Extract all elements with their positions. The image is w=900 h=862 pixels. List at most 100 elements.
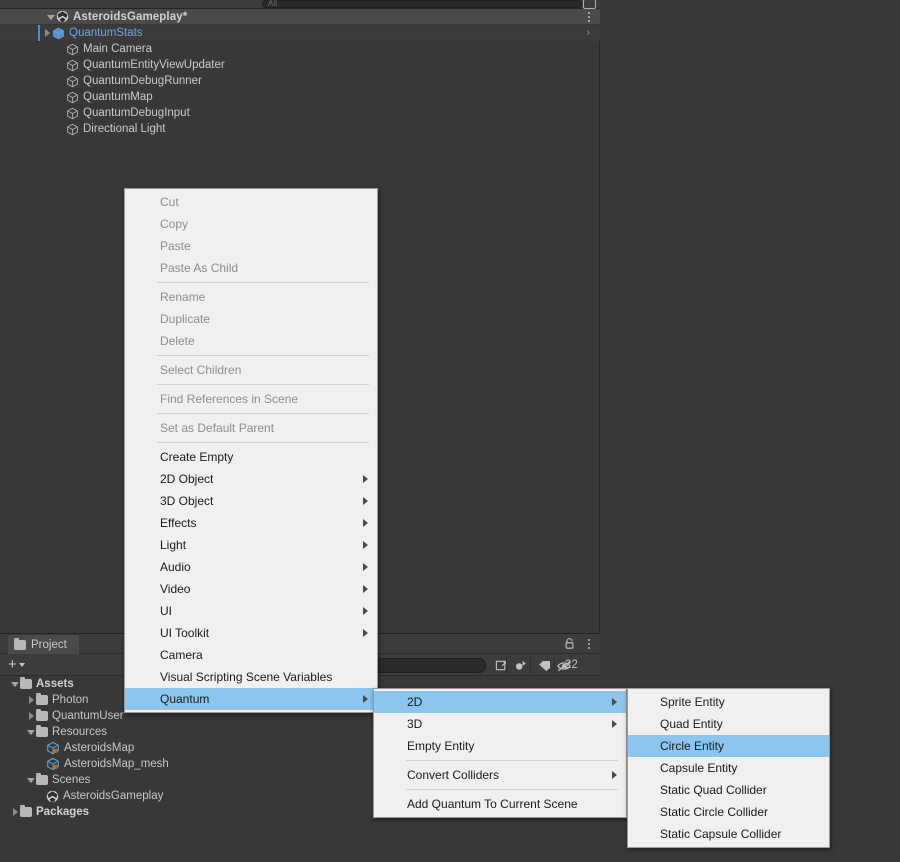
hierarchy-item-quantumdebugrunner[interactable]: QuantumDebugRunner: [0, 73, 600, 89]
menu-item-3d-object[interactable]: 3D Object: [125, 490, 377, 512]
folder-icon: [20, 677, 32, 689]
menu-item-label: 2D Object: [160, 472, 214, 486]
menu-item-label: 2D: [407, 695, 423, 709]
project-foldout-icon[interactable]: [26, 711, 36, 721]
hierarchy-item-quantumdebuginput[interactable]: QuantumDebugInput: [0, 105, 600, 121]
hierarchy-scene-row[interactable]: AsteroidsGameplay*: [0, 9, 600, 24]
chevron-right-icon: [612, 771, 617, 779]
scene-foldout-icon[interactable]: [46, 12, 56, 22]
menu-item-label: Paste As Child: [160, 261, 239, 275]
hierarchy-item-main-camera[interactable]: Main Camera: [0, 41, 600, 57]
menu-item-label: Light: [160, 538, 187, 552]
folder-icon: [36, 725, 48, 737]
prefab-cube-icon: [53, 27, 64, 39]
toolbar-divider: [530, 657, 531, 674]
menu-item-label: Rename: [160, 290, 206, 304]
project-foldout-icon[interactable]: [26, 775, 36, 785]
menu-item-label: Copy: [160, 217, 189, 231]
quantum-item-convert-colliders[interactable]: Convert Colliders: [374, 764, 626, 786]
hierarchy-search-placeholder: All: [268, 0, 277, 8]
twod-item-capsule-entity[interactable]: Capsule Entity: [628, 757, 829, 779]
hierarchy-item-quantumentityviewupdater[interactable]: QuantumEntityViewUpdater: [0, 57, 600, 73]
menu-item-paste-as-child: Paste As Child: [125, 257, 377, 279]
quantum-item-empty-entity[interactable]: Empty Entity: [374, 735, 626, 757]
quantum-2d-submenu[interactable]: Sprite Entity Quad Entity Circle Entity Cap…: [627, 688, 830, 848]
menu-item-camera[interactable]: Camera: [125, 644, 377, 666]
chevron-right-icon[interactable]: ›: [586, 27, 590, 39]
twod-item-sprite-entity[interactable]: Sprite Entity: [628, 691, 829, 713]
chevron-right-icon: [363, 475, 368, 483]
menu-item-label: Duplicate: [160, 312, 211, 326]
twod-item-quad-entity[interactable]: Quad Entity: [628, 713, 829, 735]
menu-item-label: Capsule Entity: [660, 761, 738, 775]
menu-separator: [157, 442, 369, 443]
project-foldout-icon[interactable]: [26, 695, 36, 705]
hierarchy-item-label: Directional Light: [83, 123, 166, 135]
hierarchy-item-label: QuantumDebugInput: [83, 107, 190, 119]
menu-item-ui-toolkit[interactable]: UI Toolkit: [125, 622, 377, 644]
folder-icon: [14, 637, 26, 650]
hidden-items-count: 22: [565, 659, 578, 671]
quantum-asset-icon: {}: [47, 741, 59, 755]
unity-scene-icon: [56, 10, 69, 23]
quantum-asset-icon: {}: [47, 757, 59, 771]
twod-item-static-circle-collider[interactable]: Static Circle Collider: [628, 801, 829, 823]
menu-item-visual-scripting-scene-variables[interactable]: Visual Scripting Scene Variables: [125, 666, 377, 688]
menu-item-label: Select Children: [160, 363, 242, 377]
menu-item-2d-object[interactable]: 2D Object: [125, 468, 377, 490]
chevron-right-icon: [363, 497, 368, 505]
hierarchy-search-bar: All: [0, 0, 600, 9]
menu-item-label: Paste: [160, 239, 191, 253]
project-foldout-icon[interactable]: [26, 727, 36, 737]
hierarchy-kebab-menu-icon[interactable]: [588, 12, 590, 22]
lock-icon[interactable]: [565, 638, 574, 649]
hierarchy-item-quantumstats[interactable]: QuantumStats ›: [0, 25, 600, 41]
layout-icon[interactable]: [583, 0, 596, 9]
hierarchy-item-label: QuantumDebugRunner: [83, 75, 202, 87]
folder-icon: [36, 709, 48, 721]
project-foldout-icon[interactable]: [10, 807, 20, 817]
twod-item-static-quad-collider[interactable]: Static Quad Collider: [628, 779, 829, 801]
project-kebab-menu-icon[interactable]: [588, 639, 590, 649]
tab-project[interactable]: Project: [8, 635, 79, 654]
menu-item-label: Convert Colliders: [407, 768, 500, 782]
quantum-submenu[interactable]: 2D 3D Empty Entity Convert Colliders Add Qua…: [373, 688, 627, 818]
menu-item-copy: Copy: [125, 213, 377, 235]
menu-item-quantum[interactable]: Quantum: [125, 688, 377, 710]
menu-item-label: Effects: [160, 516, 197, 530]
menu-separator: [157, 413, 369, 414]
item-foldout-icon[interactable]: [42, 28, 52, 38]
chevron-right-icon: [363, 585, 368, 593]
menu-item-effects[interactable]: Effects: [125, 512, 377, 534]
hierarchy-item-quantummap[interactable]: QuantumMap: [0, 89, 600, 105]
menu-item-audio[interactable]: Audio: [125, 556, 377, 578]
menu-item-ui[interactable]: UI: [125, 600, 377, 622]
menu-item-video[interactable]: Video: [125, 578, 377, 600]
add-asset-button[interactable]: +: [8, 657, 25, 672]
menu-item-light[interactable]: Light: [125, 534, 377, 556]
project-item-label: Packages: [36, 806, 90, 818]
menu-item-select-children: Select Children: [125, 359, 377, 381]
twod-item-static-capsule-collider[interactable]: Static Capsule Collider: [628, 823, 829, 845]
project-foldout-icon[interactable]: [10, 679, 20, 689]
hierarchy-item-directional-light[interactable]: Directional Light: [0, 121, 600, 137]
unity-scene-icon: [46, 790, 59, 802]
quantum-item-add-quantum-to-current-scene[interactable]: Add Quantum To Current Scene: [374, 793, 626, 815]
menu-item-rename: Rename: [125, 286, 377, 308]
menu-item-paste: Paste: [125, 235, 377, 257]
menu-separator: [406, 760, 618, 761]
twod-item-circle-entity[interactable]: Circle Entity: [628, 735, 829, 757]
hierarchy-item-label: QuantumMap: [83, 91, 153, 103]
menu-item-create-empty[interactable]: Create Empty: [125, 446, 377, 468]
gameobject-cube-icon: [67, 43, 78, 55]
gameobject-cube-icon: [67, 75, 78, 87]
menu-item-label: Set as Default Parent: [160, 421, 275, 435]
project-item-label: AsteroidsMap_mesh: [64, 758, 169, 770]
project-item-label: Assets: [36, 678, 74, 690]
menu-item-label: Visual Scripting Scene Variables: [160, 670, 333, 684]
quantum-item-3d[interactable]: 3D: [374, 713, 626, 735]
quantum-item-2d[interactable]: 2D: [374, 691, 626, 713]
hierarchy-search-input[interactable]: [262, 0, 582, 8]
menu-item-label: Empty Entity: [407, 739, 475, 753]
hierarchy-context-menu[interactable]: Cut Copy Paste Paste As Child Rename Duplicat…: [124, 188, 378, 713]
